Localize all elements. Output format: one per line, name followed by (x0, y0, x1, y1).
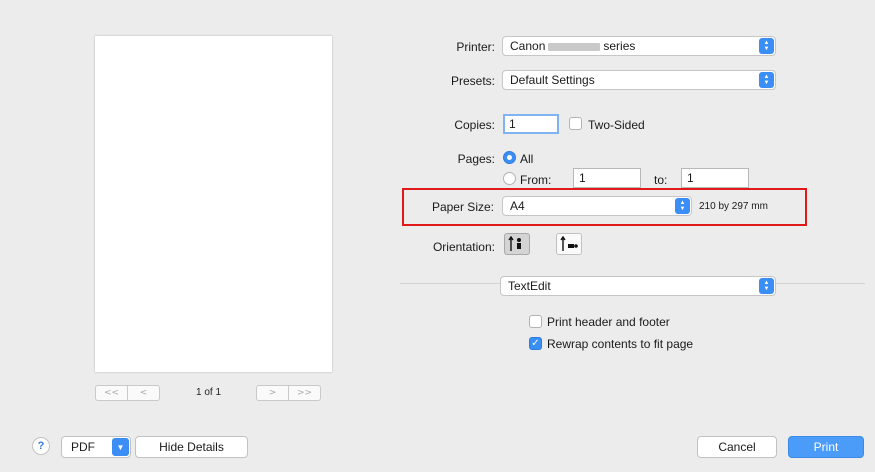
printer-select[interactable]: Canon series ▲ ▼ (502, 36, 776, 56)
cancel-button[interactable]: Cancel (697, 436, 777, 458)
previous-page-button[interactable]: < (127, 386, 159, 400)
two-sided-label: Two-Sided (588, 118, 645, 132)
presets-label: Presets: (450, 74, 495, 88)
preview-back-buttons: << < (95, 385, 160, 401)
pages-to-input[interactable]: 1 (681, 168, 749, 188)
app-options-value: TextEdit (508, 279, 551, 293)
redacted-model (548, 42, 601, 51)
pages-from-label: From: (520, 173, 552, 187)
print-preview-page (95, 36, 332, 372)
hide-details-button[interactable]: Hide Details (135, 436, 248, 458)
pages-all-radio[interactable] (503, 151, 516, 164)
app-options-select[interactable]: TextEdit ▲ ▼ (500, 276, 776, 296)
landscape-icon (560, 236, 578, 251)
header-footer-label: Print header and footer (547, 315, 670, 329)
pdf-menu-button[interactable]: PDF ▼ (61, 436, 131, 458)
paper-dimensions: 210 by 297 mm (699, 201, 768, 212)
next-page-button[interactable]: > (257, 386, 288, 400)
page-indicator: 1 of 1 (196, 387, 222, 398)
portrait-orientation-button[interactable] (504, 233, 530, 255)
rewrap-checkbox[interactable]: ✓ (529, 337, 542, 350)
pages-from-radio[interactable] (503, 172, 516, 185)
landscape-orientation-button[interactable] (556, 233, 582, 255)
up-down-arrows-icon: ▲ ▼ (675, 198, 690, 214)
print-button[interactable]: Print (788, 436, 864, 458)
up-down-arrows-icon: ▲ ▼ (759, 72, 774, 88)
paper-size-value: A4 (510, 199, 525, 213)
pages-label: Pages: (457, 152, 495, 166)
checkmark-icon: ✓ (531, 338, 540, 349)
printer-label: Printer: (456, 40, 495, 54)
copies-input[interactable]: 1 (503, 114, 559, 134)
help-button[interactable]: ? (32, 437, 50, 455)
presets-value: Default Settings (510, 73, 595, 87)
preview-forward-buttons: > >> (256, 385, 321, 401)
two-sided-checkbox[interactable] (569, 117, 582, 130)
pages-from-input[interactable]: 1 (573, 168, 641, 188)
first-page-button[interactable]: << (96, 386, 127, 400)
paper-size-label: Paper Size: (431, 200, 494, 214)
portrait-icon (508, 236, 521, 251)
last-page-button[interactable]: >> (288, 386, 320, 400)
printer-name-prefix: Canon (510, 39, 546, 53)
presets-select[interactable]: Default Settings ▲ ▼ (502, 70, 776, 90)
paper-size-select[interactable]: A4 ▲ ▼ (502, 196, 692, 216)
pdf-label: PDF (71, 440, 95, 454)
printer-name-suffix: series (603, 39, 636, 53)
orientation-label: Orientation: (432, 240, 495, 254)
chevron-down-icon: ▼ (112, 438, 129, 456)
header-footer-checkbox[interactable] (529, 315, 542, 328)
rewrap-label: Rewrap contents to fit page (547, 337, 694, 351)
copies-label: Copies: (454, 118, 495, 132)
pages-all-label: All (520, 152, 534, 166)
up-down-arrows-icon: ▲ ▼ (759, 38, 774, 54)
up-down-arrows-icon: ▲ ▼ (759, 278, 774, 294)
pages-to-label: to: (654, 173, 668, 187)
